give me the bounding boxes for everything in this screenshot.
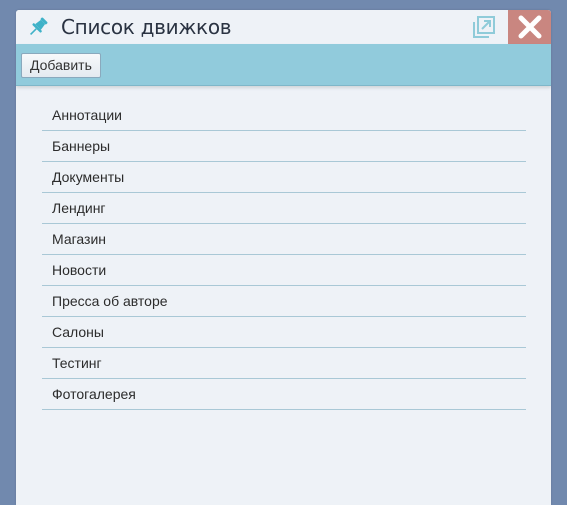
engines-list: Аннотации Баннеры Документы Лендинг Мага… (42, 100, 526, 410)
list-item[interactable]: Лендинг (42, 193, 526, 224)
toolbar: Добавить (16, 44, 551, 86)
list-item[interactable]: Тестинг (42, 348, 526, 379)
list-item[interactable]: Магазин (42, 224, 526, 255)
window-titlebar: Список движков (16, 10, 551, 44)
close-button[interactable] (508, 10, 551, 44)
close-icon (518, 15, 542, 39)
list-item[interactable]: Баннеры (42, 131, 526, 162)
list-item[interactable]: Пресса об авторе (42, 286, 526, 317)
pin-icon (26, 15, 50, 39)
list-item[interactable]: Новости (42, 255, 526, 286)
list-item[interactable]: Документы (42, 162, 526, 193)
window-title: Список движков (61, 15, 232, 39)
list-item[interactable]: Аннотации (42, 100, 526, 131)
popout-icon[interactable] (472, 15, 496, 39)
engines-window: Список движков Добавить Аннотации Баннер… (16, 10, 551, 505)
list-item[interactable]: Салоны (42, 317, 526, 348)
add-button[interactable]: Добавить (21, 53, 101, 78)
list-item[interactable]: Фотогалерея (42, 379, 526, 410)
